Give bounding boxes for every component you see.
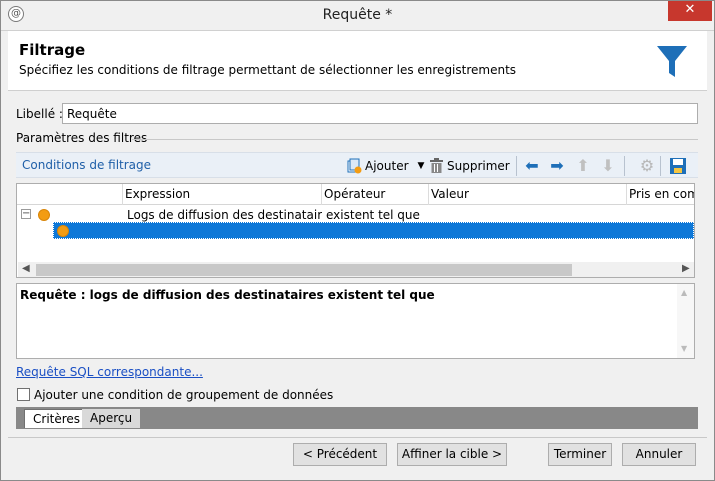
column-divider	[626, 184, 627, 205]
page-subtitle: Spécifiez les conditions de filtrage per…	[19, 63, 517, 77]
scroll-down-icon[interactable]: ▼	[681, 344, 687, 353]
finish-button[interactable]: Terminer	[548, 443, 612, 466]
vertical-scrollbar[interactable]: ▲ ▼	[677, 284, 694, 358]
row-operator: existent tel que	[326, 208, 420, 222]
arrow-left-icon[interactable]: ⬅	[523, 157, 541, 175]
horizontal-scrollbar[interactable]: ◀ ▶	[18, 262, 694, 277]
selected-child-row[interactable]	[53, 222, 694, 239]
refine-target-button[interactable]: Affiner la cible >	[397, 443, 507, 466]
scrollbar-thumb[interactable]	[36, 264, 572, 276]
scroll-up-icon[interactable]: ▲	[681, 288, 687, 297]
title-bar: @ Requête * ✕	[0, 0, 715, 31]
toolbar-separator	[660, 156, 661, 176]
scroll-right-icon[interactable]: ▶	[682, 263, 690, 274]
grid-header: Expression Opérateur Valeur Pris en comp	[17, 184, 694, 205]
toolbar-separator	[624, 156, 625, 176]
delete-label: Supprimer	[447, 159, 510, 173]
group-condition-checkbox[interactable]	[17, 388, 30, 401]
libelle-input[interactable]	[62, 103, 698, 124]
add-label: Ajouter	[365, 159, 409, 173]
arrow-down-icon[interactable]: ⬇	[599, 157, 617, 175]
arrow-right-icon[interactable]: ➡	[548, 157, 566, 175]
query-summary-box: Requête : logs de diffusion des destinat…	[16, 283, 695, 359]
condition-node-icon	[38, 209, 50, 221]
column-operator[interactable]: Opérateur	[324, 187, 385, 201]
tab-preview[interactable]: Aperçu	[82, 409, 141, 428]
column-value[interactable]: Valeur	[431, 187, 469, 201]
arrow-up-icon[interactable]: ⬆	[574, 157, 592, 175]
page-title: Filtrage	[19, 41, 86, 59]
column-divider	[321, 184, 322, 205]
toolbar-title: Conditions de filtrage	[22, 158, 152, 172]
delete-button[interactable]: Supprimer	[429, 156, 510, 176]
libelle-label: Libellé :	[16, 107, 63, 121]
add-button[interactable]: Ajouter ▼	[346, 156, 424, 176]
tab-bar: Critères Aperçu	[16, 407, 698, 429]
toolbar-separator	[516, 156, 517, 176]
section-divider	[132, 139, 698, 140]
filter-toolbar: Conditions de filtrage Ajouter ▼ Supprim…	[16, 152, 698, 178]
window-title: Requête *	[322, 7, 393, 23]
footer-divider	[8, 437, 707, 438]
query-summary-text: Requête : logs de diffusion des destinat…	[20, 288, 435, 302]
scroll-left-icon[interactable]: ◀	[22, 263, 30, 274]
close-button[interactable]: ✕	[668, 0, 712, 21]
column-taken-into-account[interactable]: Pris en comp	[629, 187, 694, 201]
cancel-button[interactable]: Annuler	[622, 443, 696, 466]
column-divider	[122, 184, 123, 205]
group-condition-label[interactable]: Ajouter une condition de groupement de d…	[34, 388, 333, 402]
column-divider	[428, 184, 429, 205]
trash-icon	[430, 158, 443, 173]
sql-query-link[interactable]: Requête SQL correspondante...	[16, 365, 203, 379]
child-condition-node-icon	[57, 225, 69, 237]
tab-criteria[interactable]: Critères	[24, 409, 90, 428]
settings-icon[interactable]: ⚙	[638, 157, 656, 175]
save-icon[interactable]	[669, 157, 687, 175]
chevron-down-icon: ▼	[417, 161, 425, 171]
funnel-icon	[657, 46, 687, 77]
previous-button[interactable]: < Précédent	[293, 443, 387, 466]
filter-params-label: Paramètres des filtres	[16, 131, 148, 145]
collapse-icon[interactable]: −	[21, 209, 31, 219]
wizard-header: Filtrage Spécifiez les conditions de fil…	[8, 31, 707, 91]
add-icon	[347, 158, 362, 174]
row-expression: Logs de diffusion des destinataires ...	[127, 208, 322, 222]
column-expression[interactable]: Expression	[125, 187, 190, 201]
